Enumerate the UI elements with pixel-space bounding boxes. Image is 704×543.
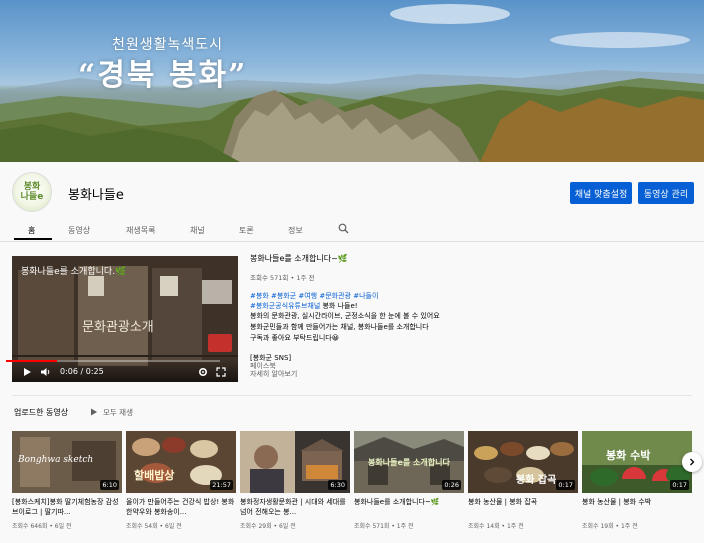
avatar-text: 봉화 나들e [20,182,44,202]
player-overlay-text: 문화관광소개 [82,320,154,335]
thumbnail-caption: 할배밥상 [134,469,175,482]
video-thumbnail[interactable]: 할배밥상 21:57 [126,431,236,493]
search-icon[interactable] [338,223,349,234]
play-icon[interactable] [22,367,32,377]
video-duration: 6:10 [100,480,119,490]
subscribe-watermark-icon[interactable] [208,334,232,352]
video-thumbnail[interactable]: 봉화 수박 0:17 [582,431,692,493]
active-tab-indicator [14,238,52,240]
video-thumbnail[interactable]: 봉화나들e를 소개합니다 0:26 [354,431,464,493]
featured-description-line-2: 봉화군민들과 함께 만들어가는 채널, 봉화나들e를 소개합니다 [250,323,429,331]
video-duration: 0:26 [442,480,461,490]
video-title[interactable]: 봉화 농산물 | 봉화 수박 [582,497,692,517]
channel-avatar[interactable]: 봉화 나들e [12,172,52,212]
video-time: 0:06 / 0:25 [60,367,104,376]
tab-about[interactable]: 정보 [288,218,303,242]
video-title[interactable]: 봉화정자생활문화관 | 시대와 세대를 넘어 전해오는 봉... [240,497,350,517]
thumbnail-caption: 봉화나들e를 소개합니다 [368,458,450,467]
video-meta: 조회수 29회 • 6일 전 [240,523,296,530]
channel-tabs: 홈 동영상 재생목록 채널 토론 정보 [0,218,704,242]
video-thumbnail[interactable]: 봉화 잡곡 0:17 [468,431,578,493]
video-progress-bar[interactable] [6,360,220,362]
tab-discussion[interactable]: 토론 [239,218,254,242]
channel-name: 봉화나들e [68,188,124,203]
video-title[interactable]: [봉화스케치]봉화 딸기체험농장 감성 브이로그 | 딸기따... [12,497,122,517]
video-duration: 0:17 [556,480,575,490]
progress-fill [6,360,58,362]
read-more-link[interactable]: 자세히 알아보기 [250,369,297,379]
fullscreen-icon[interactable] [216,367,226,377]
thumbnail-caption: 봉화 수박 [606,449,651,462]
video-title[interactable]: 올이가 만들어주는 건강식 밥상! 봉화 한약우와 봉화송이... [126,497,236,517]
featured-video-player[interactable]: 봉화나들e를 소개합니다.🌿 문화관광소개 [12,256,238,382]
play-all-icon[interactable] [90,408,98,416]
volume-icon[interactable] [40,367,52,377]
video-thumbnail[interactable]: Bonghwa sketch 6:10 [12,431,122,493]
featured-description-line-3: 구독과 좋아요 부탁드립니다😀 [250,334,340,342]
featured-tag-link[interactable]: #봉화군공식유튜브채널 [250,302,320,310]
video-duration: 6:30 [328,480,347,490]
chevron-right-icon [690,458,695,466]
video-meta: 조회수 646회 • 6일 전 [12,523,72,530]
next-videos-button[interactable] [682,452,702,472]
featured-description-line-1: 봉화의 문화관광, 실시간라이브, 군정소식을 한 눈에 볼 수 있어요 [250,312,440,320]
featured-tags-line-1[interactable]: #봉화 #봉화군 #여행 #문화관광 #나들이 [250,291,378,301]
tab-channels[interactable]: 채널 [190,218,205,242]
video-duration: 21:57 [210,480,233,490]
featured-tags-line-2: #봉화군공식유튜브채널 봉화 나들e! [250,301,358,311]
video-duration: 0:17 [670,480,689,490]
video-meta: 조회수 14회 • 1주 전 [468,523,524,530]
featured-video-meta: 조회수 571회 • 1주 전 [250,274,315,282]
play-all-button[interactable]: 모두 재생 [103,407,133,418]
tab-playlists[interactable]: 재생목록 [126,218,155,242]
customize-channel-button[interactable]: 채널 맞춤설정 [570,182,632,204]
thumbnail-caption: Bonghwa sketch [18,455,94,465]
video-meta: 조회수 54회 • 6일 전 [126,523,182,530]
channel-banner: 천원생활녹색도시 “경북 봉화” [0,0,704,162]
uploads-section-title[interactable]: 업로드한 동영상 [14,407,68,418]
video-thumbnail[interactable]: 6:30 [240,431,350,493]
video-meta: 조회수 19회 • 1주 전 [582,523,638,530]
tab-videos[interactable]: 동영상 [68,218,90,242]
section-divider [12,395,692,396]
featured-tags-suffix: 봉화 나들e! [320,302,358,310]
video-meta: 조회수 571회 • 1주 전 [354,523,414,530]
featured-video-title[interactable]: 봉화나들e를 소개합니다~🌿 [250,253,348,264]
player-title: 봉화나들e를 소개합니다.🌿 [21,267,127,277]
settings-gear-icon[interactable] [198,367,208,377]
video-title[interactable]: 봉화 농산물 | 봉화 잡곡 [468,497,578,517]
video-title[interactable]: 봉화나들e를 소개합니다~🌿 [354,497,464,517]
banner-title: “경북 봉화” [78,58,248,93]
thumbnail-caption: 봉화 잡곡 [516,475,557,486]
manage-videos-button[interactable]: 동영상 관리 [638,182,694,204]
